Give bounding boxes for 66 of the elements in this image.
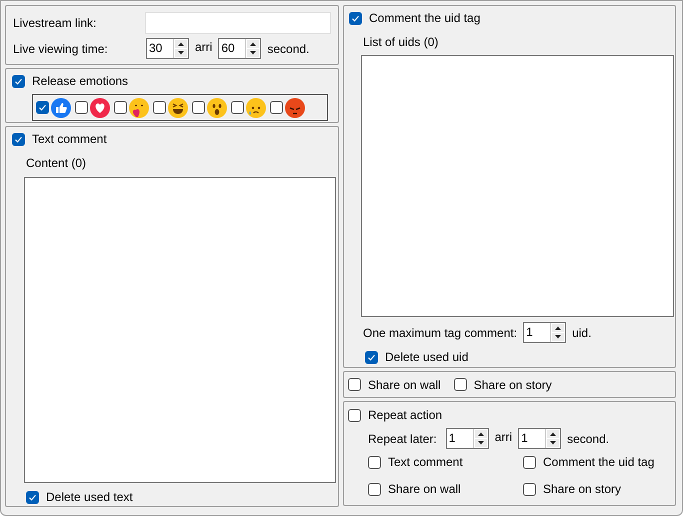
field-label: Livestream link: (13, 15, 98, 32)
separator-text: arri (195, 39, 212, 56)
checkbox[interactable] (153, 101, 166, 114)
checkbox[interactable] (270, 101, 283, 114)
checkbox-label[interactable]: Comment the uid tag (543, 453, 654, 471)
field-label: Repeat later: (368, 430, 437, 448)
spin-arrows-icon[interactable] (550, 323, 566, 342)
checkbox[interactable] (231, 101, 244, 114)
checkbox-label[interactable]: Repeat action (368, 406, 442, 424)
checkbox-label[interactable]: Delete used uid (385, 348, 468, 366)
field-label: Live viewing time: (13, 40, 109, 58)
checkbox-label[interactable]: Share on story (543, 480, 622, 498)
number-spinner[interactable]: 1 (446, 428, 489, 449)
checkbox-label[interactable]: Comment the uid tag (369, 9, 480, 27)
number-spinner[interactable]: 1 (523, 322, 566, 343)
number-spinner[interactable]: 1 (518, 428, 562, 449)
number-spinner[interactable]: 60 (218, 38, 262, 59)
checkbox-label[interactable]: Text comment (388, 453, 463, 471)
checkbox-label[interactable]: Release emotions (32, 72, 128, 90)
checkbox[interactable] (348, 378, 361, 391)
checkmark-icon (14, 76, 23, 86)
checkmark-icon (367, 352, 376, 362)
field-label: One maximum tag comment: (363, 324, 518, 342)
spin-arrows-icon[interactable] (472, 429, 488, 448)
separator-text: arri (494, 429, 512, 446)
unit-text: second. (567, 430, 610, 448)
checkbox[interactable] (349, 12, 362, 24)
checkbox-label[interactable]: Share on wall (368, 376, 441, 394)
checkbox[interactable] (12, 74, 25, 88)
checkbox[interactable] (36, 101, 49, 114)
checkmark-icon (14, 134, 23, 144)
checkbox[interactable] (365, 350, 378, 364)
love-emoji-icon (90, 98, 110, 118)
spin-arrows-icon[interactable] (545, 429, 560, 448)
checkbox[interactable] (368, 482, 381, 496)
checkbox[interactable] (454, 378, 467, 391)
checkbox-label[interactable]: Text comment (32, 130, 107, 148)
like-emoji-icon (51, 98, 71, 118)
checkbox[interactable] (12, 132, 25, 146)
unit-text: second. (267, 40, 310, 58)
checkbox[interactable] (368, 456, 381, 468)
sad-emoji-icon (246, 98, 266, 118)
link-input-field[interactable] (145, 12, 331, 34)
checkbox-label[interactable]: Delete used text (46, 488, 133, 506)
content-label: Content (0) (26, 155, 88, 172)
checkbox-label[interactable]: Share on story (474, 376, 552, 394)
list-label: List of uids (0) (363, 34, 440, 51)
spin-arrows-icon[interactable] (173, 39, 188, 58)
checkbox[interactable] (75, 101, 88, 114)
checkmark-icon (351, 14, 360, 22)
checkbox[interactable] (348, 408, 361, 422)
checkbox[interactable] (114, 101, 127, 114)
care-emoji-icon (129, 98, 149, 118)
spin-arrows-icon[interactable] (245, 39, 260, 58)
checkmark-icon (38, 103, 47, 112)
checkmark-icon (28, 492, 37, 502)
checkbox[interactable] (26, 490, 39, 504)
checkbox[interactable] (192, 101, 205, 114)
angry-emoji-icon (285, 98, 305, 118)
haha-emoji-icon (168, 98, 188, 118)
checkbox[interactable] (523, 482, 536, 496)
wow-emoji-icon (207, 98, 227, 118)
unit-text: uid. (572, 324, 592, 342)
checkbox[interactable] (523, 456, 536, 468)
number-spinner[interactable]: 30 (146, 38, 189, 59)
checkbox-label[interactable]: Share on wall (388, 480, 461, 498)
